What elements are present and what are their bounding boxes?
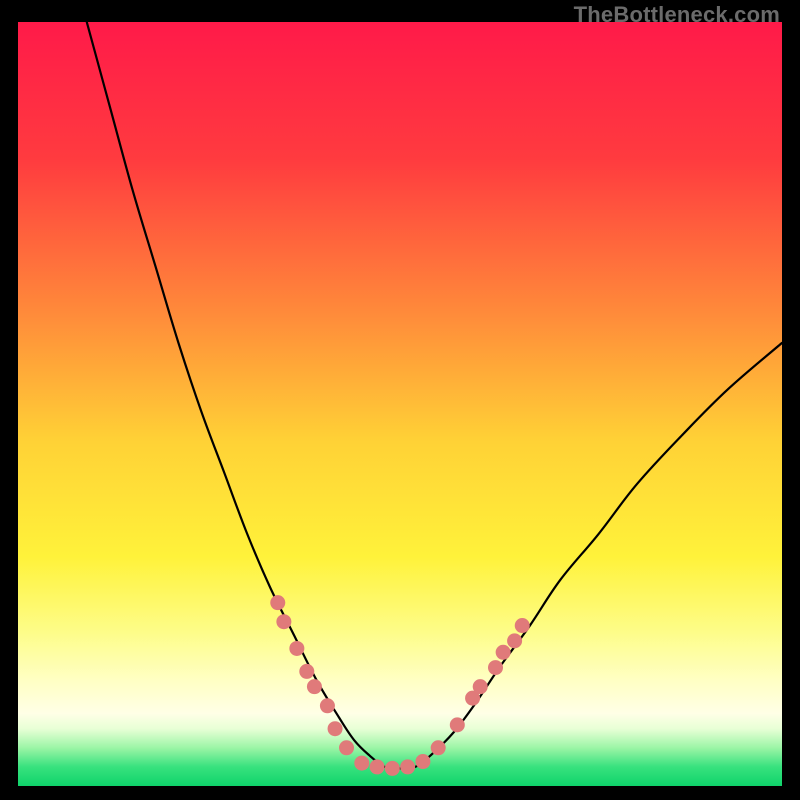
highlight-dot [450,717,465,732]
highlight-dot [270,595,285,610]
highlight-dot [385,761,400,776]
highlight-dot [370,759,385,774]
chart-background [18,22,782,786]
highlight-dot [400,759,415,774]
highlight-dot [488,660,503,675]
highlight-dot [496,645,511,660]
highlight-dot [515,618,530,633]
bottleneck-chart [18,22,782,786]
highlight-dot [276,614,291,629]
highlight-dot [415,754,430,769]
highlight-dot [289,641,304,656]
highlight-dot [328,721,343,736]
highlight-dot [354,756,369,771]
highlight-dot [473,679,488,694]
highlight-dot [307,679,322,694]
highlight-dot [320,698,335,713]
highlight-dot [299,664,314,679]
highlight-dot [339,740,354,755]
chart-frame [18,22,782,786]
highlight-dot [507,633,522,648]
highlight-dot [431,740,446,755]
